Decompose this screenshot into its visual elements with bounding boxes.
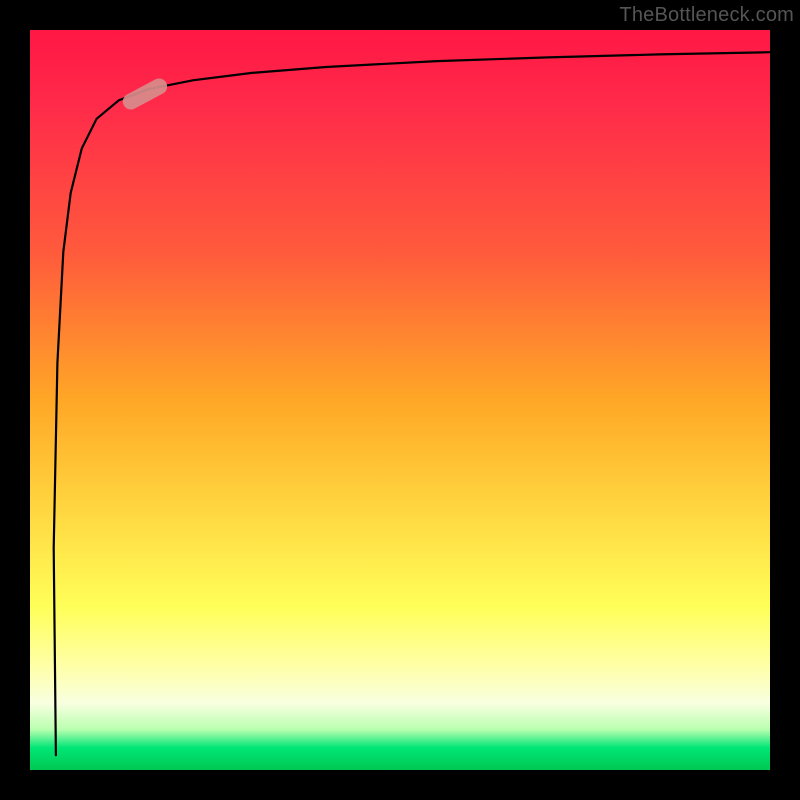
plot-area [30,30,770,770]
highlight-marker [120,76,170,113]
curve-path [54,52,770,755]
attribution-label: TheBottleneck.com [619,4,794,27]
curve-svg [30,30,770,770]
chart-container: TheBottleneck.com [0,0,800,800]
